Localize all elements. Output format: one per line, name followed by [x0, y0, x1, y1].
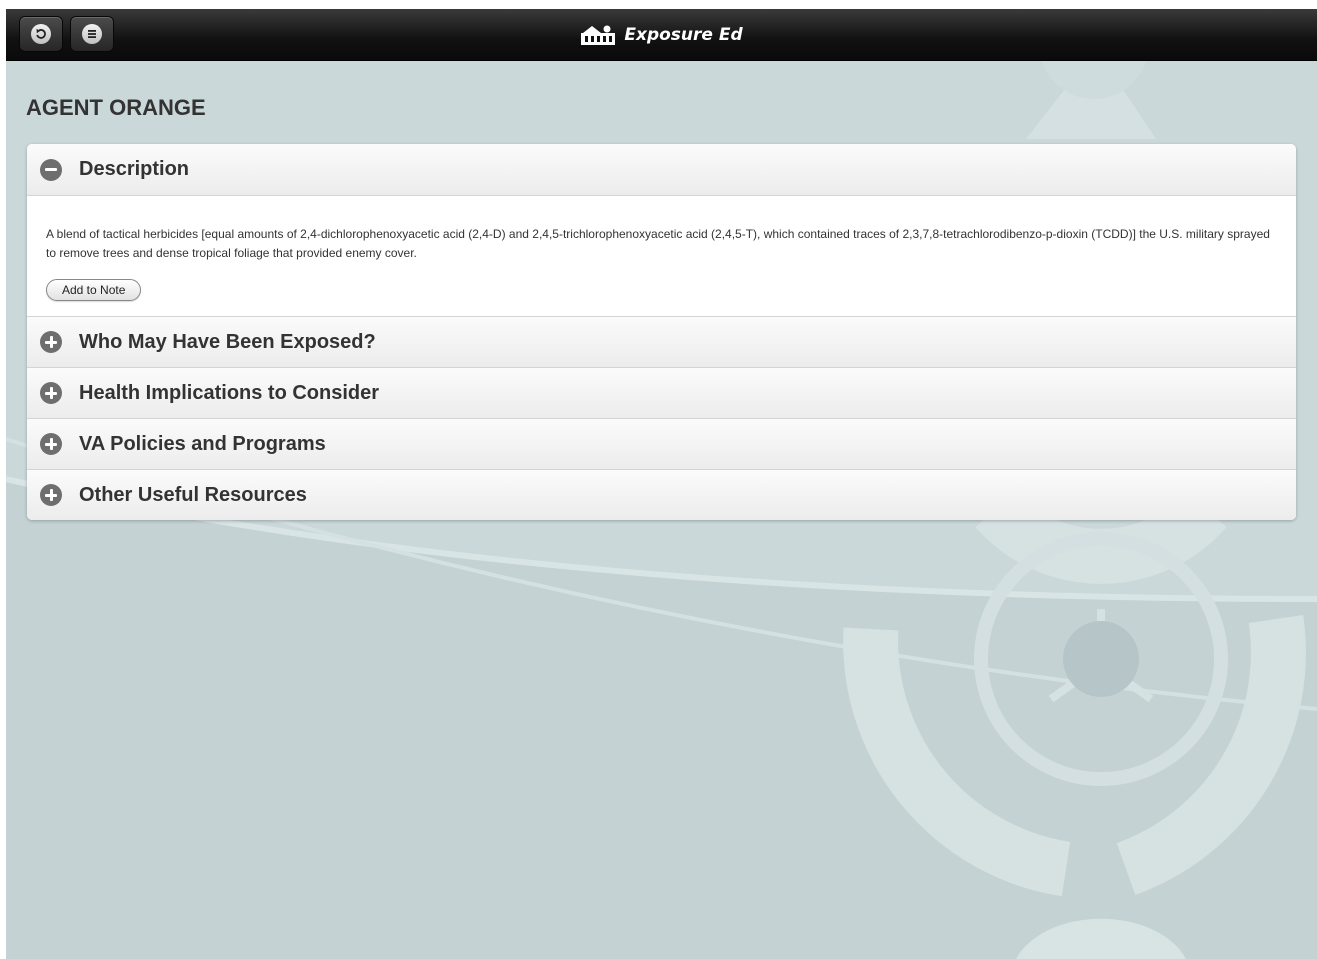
- expand-icon: [40, 382, 62, 404]
- section-label: Other Useful Resources: [79, 483, 307, 506]
- section-va-policies-header[interactable]: VA Policies and Programs: [27, 418, 1296, 469]
- app-name: Exposure Ed: [624, 24, 743, 45]
- add-to-note-button[interactable]: Add to Note: [46, 279, 142, 301]
- section-description-body: A blend of tactical herbicides [equal am…: [27, 195, 1296, 316]
- description-text: A blend of tactical herbicides [equal am…: [46, 227, 1270, 260]
- app-title: Exposure Ed: [6, 9, 1317, 60]
- section-health-implications-header[interactable]: Health Implications to Consider: [27, 367, 1296, 418]
- section-label: Health Implications to Consider: [79, 381, 380, 404]
- expand-icon: [40, 433, 62, 455]
- section-who-exposed-header[interactable]: Who May Have Been Exposed?: [27, 316, 1296, 367]
- section-label: Who May Have Been Exposed?: [79, 330, 376, 353]
- expand-icon: [40, 331, 62, 353]
- section-other-resources-header[interactable]: Other Useful Resources: [27, 469, 1296, 520]
- va-logo-icon: [580, 24, 616, 46]
- topic-accordion: Description A blend of tactical herbicid…: [27, 144, 1296, 520]
- expand-icon: [40, 484, 62, 506]
- section-label: Description: [79, 158, 190, 180]
- section-description-header[interactable]: Description: [27, 144, 1296, 195]
- app-frame: Exposure Ed AGENT ORANGE Description A b…: [6, 9, 1317, 959]
- section-label: VA Policies and Programs: [79, 432, 326, 455]
- top-navigation-bar: Exposure Ed: [6, 9, 1317, 61]
- collapse-icon: [40, 158, 62, 181]
- page-title: AGENT ORANGE: [26, 95, 206, 120]
